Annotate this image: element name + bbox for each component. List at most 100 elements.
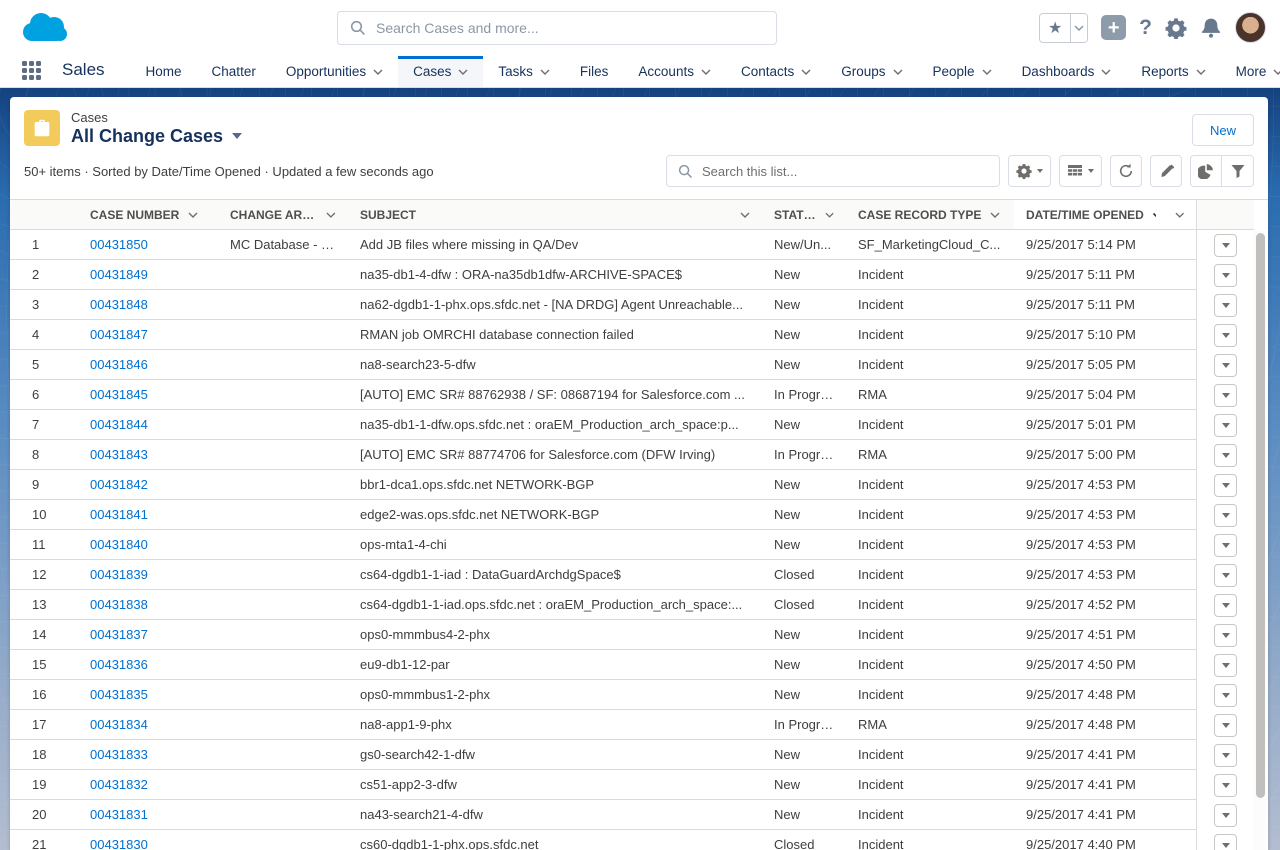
new-button[interactable]: New <box>1192 114 1254 146</box>
user-avatar[interactable] <box>1235 12 1266 43</box>
row-actions-button[interactable] <box>1214 834 1237 850</box>
notifications-bell-icon[interactable] <box>1200 17 1222 39</box>
case-number-link[interactable]: 00431832 <box>90 777 148 792</box>
list-search-input[interactable] <box>702 164 988 179</box>
nav-tab-people[interactable]: People <box>918 56 1007 87</box>
row-actions-button[interactable] <box>1214 714 1237 737</box>
case-number-link[interactable]: 00431830 <box>90 837 148 850</box>
nav-tab-more[interactable]: More <box>1221 56 1280 87</box>
case-number-link[interactable]: 00431835 <box>90 687 148 702</box>
case-number-link[interactable]: 00431843 <box>90 447 148 462</box>
cell-text: 8 <box>32 447 39 462</box>
triangle-down-icon <box>1222 633 1230 638</box>
row-actions-button[interactable] <box>1214 324 1237 347</box>
nav-tab-cases[interactable]: Cases <box>398 56 483 87</box>
nav-tab-opportunities[interactable]: Opportunities <box>271 56 398 87</box>
column-header-record_type[interactable]: CASE RECORD TYPE <box>846 200 1014 229</box>
cell-num: 17 <box>10 710 78 739</box>
favorites-caret-icon[interactable] <box>1070 14 1087 42</box>
charts-button[interactable] <box>1190 155 1222 187</box>
case-number-link[interactable]: 00431837 <box>90 627 148 642</box>
column-header-opened[interactable]: DATE/TIME OPENED <box>1014 200 1196 229</box>
favorites-star-icon[interactable]: ★ <box>1040 14 1070 42</box>
cell-text: RMA <box>858 447 887 462</box>
display-as-button[interactable] <box>1059 155 1102 187</box>
row-actions-button[interactable] <box>1214 234 1237 257</box>
case-number-link[interactable]: 00431836 <box>90 657 148 672</box>
case-number-link[interactable]: 00431850 <box>90 237 148 252</box>
nav-tab-label: Reports <box>1141 64 1188 79</box>
cell-text: Closed <box>774 837 814 850</box>
global-search-box <box>337 11 777 45</box>
row-actions-button[interactable] <box>1214 414 1237 437</box>
case-number-link[interactable]: 00431844 <box>90 417 148 432</box>
refresh-button[interactable] <box>1110 155 1142 187</box>
row-actions-button[interactable] <box>1214 624 1237 647</box>
nav-tab-home[interactable]: Home <box>131 56 197 87</box>
case-number-link[interactable]: 00431831 <box>90 807 148 822</box>
case-number-link[interactable]: 00431842 <box>90 477 148 492</box>
help-icon[interactable]: ? <box>1139 16 1152 40</box>
row-actions-button[interactable] <box>1214 264 1237 287</box>
cell-num: 21 <box>10 830 78 850</box>
row-actions-button[interactable] <box>1214 684 1237 707</box>
case-number-link[interactable]: 00431834 <box>90 717 148 732</box>
cell-text: RMA <box>858 717 887 732</box>
row-actions-button[interactable] <box>1214 504 1237 527</box>
list-settings-button[interactable] <box>1008 155 1051 187</box>
app-launcher-waffle-icon[interactable] <box>22 61 42 81</box>
setup-gear-icon[interactable] <box>1165 17 1187 39</box>
row-actions-button[interactable] <box>1214 384 1237 407</box>
case-number-link[interactable]: 00431845 <box>90 387 148 402</box>
row-actions-button[interactable] <box>1214 294 1237 317</box>
row-actions-button[interactable] <box>1214 444 1237 467</box>
cell-text: SF_MarketingCloud_C... <box>858 237 1000 252</box>
cell-opened: 9/25/2017 4:51 PM <box>1014 620 1196 649</box>
cell-text: Incident <box>858 417 904 432</box>
column-header-subject[interactable]: SUBJECT <box>348 200 762 229</box>
column-header-status[interactable]: STATUS <box>762 200 846 229</box>
row-actions-button[interactable] <box>1214 774 1237 797</box>
column-header-change_area[interactable]: CHANGE AREA <box>218 200 348 229</box>
cell-change_area <box>218 680 348 709</box>
nav-tab-reports[interactable]: Reports <box>1126 56 1220 87</box>
case-number-link[interactable]: 00431847 <box>90 327 148 342</box>
case-number-link[interactable]: 00431839 <box>90 567 148 582</box>
case-number-link[interactable]: 00431833 <box>90 747 148 762</box>
nav-tab-dashboards[interactable]: Dashboards <box>1007 56 1127 87</box>
list-view-selector[interactable]: All Change Cases <box>71 125 242 147</box>
add-icon[interactable]: + <box>1101 15 1126 40</box>
row-action-cell <box>1196 590 1254 620</box>
row-actions-button[interactable] <box>1214 354 1237 377</box>
nav-tab-groups[interactable]: Groups <box>826 56 917 87</box>
scrollbar-thumb[interactable] <box>1256 233 1265 798</box>
case-number-link[interactable]: 00431849 <box>90 267 148 282</box>
cell-case_number: 00431841 <box>78 500 218 529</box>
row-actions-button[interactable] <box>1214 534 1237 557</box>
row-actions-button[interactable] <box>1214 594 1237 617</box>
nav-tab-accounts[interactable]: Accounts <box>623 56 726 87</box>
case-number-link[interactable]: 00431846 <box>90 357 148 372</box>
filter-button[interactable] <box>1222 155 1254 187</box>
cell-change_area <box>218 500 348 529</box>
nav-tab-contacts[interactable]: Contacts <box>726 56 826 87</box>
column-header-case_number[interactable]: CASE NUMBER <box>78 200 218 229</box>
edit-button[interactable] <box>1150 155 1182 187</box>
app-name: Sales <box>62 60 105 87</box>
row-actions-button[interactable] <box>1214 654 1237 677</box>
case-number-link[interactable]: 00431840 <box>90 537 148 552</box>
row-actions-button[interactable] <box>1214 804 1237 827</box>
row-actions-button[interactable] <box>1214 474 1237 497</box>
cell-opened: 9/25/2017 5:01 PM <box>1014 410 1196 439</box>
case-number-link[interactable]: 00431838 <box>90 597 148 612</box>
cell-opened: 9/25/2017 4:53 PM <box>1014 470 1196 499</box>
case-number-link[interactable]: 00431841 <box>90 507 148 522</box>
case-number-link[interactable]: 00431848 <box>90 297 148 312</box>
global-search-input[interactable] <box>376 20 764 36</box>
nav-tab-files[interactable]: Files <box>565 56 624 87</box>
cell-record_type: SF_MarketingCloud_C... <box>846 230 1014 259</box>
nav-tab-chatter[interactable]: Chatter <box>197 56 271 87</box>
nav-tab-tasks[interactable]: Tasks <box>483 56 565 87</box>
row-actions-button[interactable] <box>1214 564 1237 587</box>
row-actions-button[interactable] <box>1214 744 1237 767</box>
